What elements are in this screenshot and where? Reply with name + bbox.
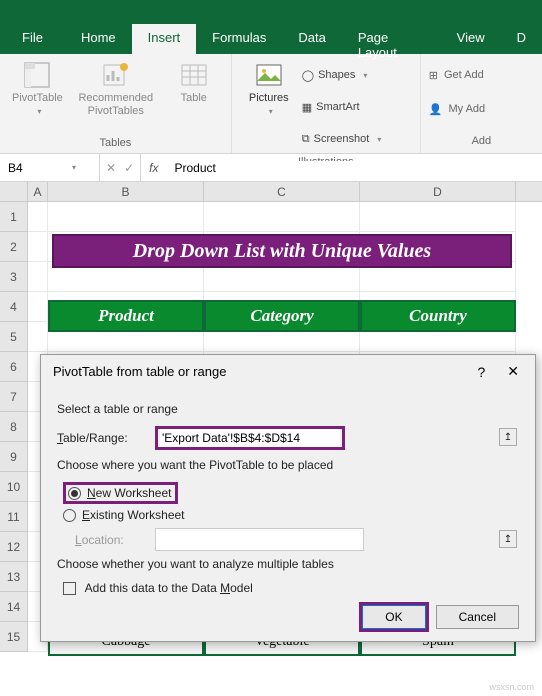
name-box-input[interactable] bbox=[8, 161, 68, 175]
table-button[interactable]: Table bbox=[165, 58, 223, 135]
shapes-icon: ◯ bbox=[302, 69, 314, 82]
row-header[interactable]: 9 bbox=[0, 442, 28, 472]
check-icon[interactable]: ✓ bbox=[124, 161, 134, 175]
sheet-title-banner: Drop Down List with Unique Values bbox=[52, 234, 512, 268]
row-header[interactable]: 7 bbox=[0, 382, 28, 412]
pivottable-icon bbox=[22, 60, 52, 90]
pivottable-dialog: PivotTable from table or range ? ✕ Selec… bbox=[40, 354, 536, 642]
fx-icon[interactable]: fx bbox=[141, 154, 166, 181]
ribbon: PivotTable ▾ Recommended PivotTables Tab… bbox=[0, 54, 542, 154]
place-label: Choose where you want the PivotTable to … bbox=[57, 458, 519, 472]
dropdown-icon: ▾ bbox=[37, 107, 41, 116]
th-product: Product bbox=[48, 300, 204, 332]
my-addins-button[interactable]: 👤 My Add bbox=[429, 94, 534, 124]
get-addins-button[interactable]: ⊞ Get Add bbox=[429, 60, 534, 90]
screenshot-label: Screenshot bbox=[314, 133, 370, 145]
row-header[interactable]: 6 bbox=[0, 352, 28, 382]
close-icon[interactable]: ✕ bbox=[503, 363, 523, 380]
row-header[interactable]: 13 bbox=[0, 562, 28, 592]
tab-pagelayout[interactable]: Page Layout bbox=[342, 24, 441, 54]
location-label: Location: bbox=[75, 533, 147, 547]
smartart-label: SmartArt bbox=[316, 101, 359, 113]
new-worksheet-radio[interactable] bbox=[68, 487, 81, 500]
existing-worksheet-label: Existing Worksheet bbox=[82, 508, 185, 522]
table-icon bbox=[179, 60, 209, 90]
titlebar bbox=[0, 0, 542, 24]
existing-worksheet-radio[interactable] bbox=[63, 509, 76, 522]
table-range-label: Table/Range: bbox=[57, 431, 147, 445]
formula-bar: ▾ ✕ ✓ fx bbox=[0, 154, 542, 182]
dropdown-icon[interactable]: ▾ bbox=[72, 163, 76, 172]
row-header[interactable]: 11 bbox=[0, 502, 28, 532]
row-header[interactable]: 5 bbox=[0, 322, 28, 352]
col-header-d[interactable]: D bbox=[360, 182, 516, 201]
ok-button[interactable]: OK bbox=[362, 605, 425, 629]
select-range-label: Select a table or range bbox=[57, 402, 519, 416]
pivottable-label: PivotTable bbox=[12, 92, 63, 105]
table-label: Table bbox=[181, 92, 207, 105]
recommended-label: Recommended PivotTables bbox=[78, 92, 153, 118]
range-picker-icon[interactable]: ↥ bbox=[499, 530, 517, 548]
row-header[interactable]: 8 bbox=[0, 412, 28, 442]
table-header-row: Product Category Country bbox=[48, 300, 516, 332]
tab-d[interactable]: D bbox=[501, 24, 542, 54]
cancel-icon[interactable]: ✕ bbox=[106, 161, 116, 175]
row-header[interactable]: 12 bbox=[0, 532, 28, 562]
shapes-label: Shapes bbox=[318, 69, 355, 81]
pictures-label: Pictures bbox=[249, 92, 289, 105]
range-picker-icon[interactable]: ↥ bbox=[499, 428, 517, 446]
select-all-corner[interactable] bbox=[0, 182, 28, 201]
myaddins-icon: 👤 bbox=[429, 103, 443, 116]
tab-home[interactable]: Home bbox=[65, 24, 132, 54]
th-country: Country bbox=[360, 300, 516, 332]
screenshot-icon: ⧉ bbox=[302, 133, 310, 146]
recommended-pivottables-button[interactable]: Recommended PivotTables bbox=[71, 58, 161, 135]
col-header-c[interactable]: C bbox=[204, 182, 360, 201]
cancel-button[interactable]: Cancel bbox=[436, 605, 519, 629]
dropdown-icon: ▾ bbox=[269, 107, 273, 116]
addins-icon: ⊞ bbox=[429, 69, 438, 82]
row-header[interactable]: 1 bbox=[0, 202, 28, 232]
tab-data[interactable]: Data bbox=[282, 24, 341, 54]
pictures-icon bbox=[254, 60, 284, 90]
formula-input[interactable] bbox=[166, 161, 542, 175]
col-header-a[interactable]: A bbox=[28, 182, 48, 201]
row-header[interactable]: 14 bbox=[0, 592, 28, 622]
name-box[interactable]: ▾ bbox=[0, 154, 100, 181]
addins-group-label: Add bbox=[429, 133, 534, 147]
help-icon[interactable]: ? bbox=[477, 364, 485, 380]
tab-view[interactable]: View bbox=[441, 24, 501, 54]
add-to-model-label: Add this data to the Data Model bbox=[85, 581, 253, 595]
smartart-button[interactable]: ▦ SmartArt bbox=[302, 92, 412, 122]
smartart-icon: ▦ bbox=[302, 101, 312, 114]
pivottable-button[interactable]: PivotTable ▾ bbox=[8, 58, 67, 135]
multi-tables-label: Choose whether you want to analyze multi… bbox=[57, 557, 519, 571]
location-input bbox=[155, 528, 364, 551]
row-header[interactable]: 4 bbox=[0, 292, 28, 322]
table-range-input[interactable] bbox=[160, 429, 340, 447]
watermark: wsxsn.com bbox=[489, 682, 534, 692]
get-addins-label: Get Add bbox=[444, 69, 484, 81]
my-addins-label: My Add bbox=[448, 103, 485, 115]
tables-group-label: Tables bbox=[8, 135, 223, 149]
add-to-model-checkbox[interactable] bbox=[63, 582, 76, 595]
row-header[interactable]: 15 bbox=[0, 622, 28, 652]
recommended-icon bbox=[101, 60, 131, 90]
shapes-button[interactable]: ◯Shapes▾ bbox=[302, 60, 412, 90]
new-worksheet-label: New Worksheet bbox=[87, 486, 171, 500]
tab-formulas[interactable]: Formulas bbox=[196, 24, 282, 54]
screenshot-button[interactable]: ⧉Screenshot▾ bbox=[302, 124, 412, 154]
dialog-title: PivotTable from table or range bbox=[53, 364, 477, 379]
row-header[interactable]: 3 bbox=[0, 262, 28, 292]
pictures-button[interactable]: Pictures ▾ bbox=[240, 58, 298, 154]
row-header[interactable]: 2 bbox=[0, 232, 28, 262]
th-category: Category bbox=[204, 300, 360, 332]
col-header-b[interactable]: B bbox=[48, 182, 204, 201]
tab-file[interactable]: File bbox=[0, 24, 65, 54]
menu-tabs: File Home Insert Formulas Data Page Layo… bbox=[0, 24, 542, 54]
row-header[interactable]: 10 bbox=[0, 472, 28, 502]
tab-insert[interactable]: Insert bbox=[132, 24, 197, 54]
